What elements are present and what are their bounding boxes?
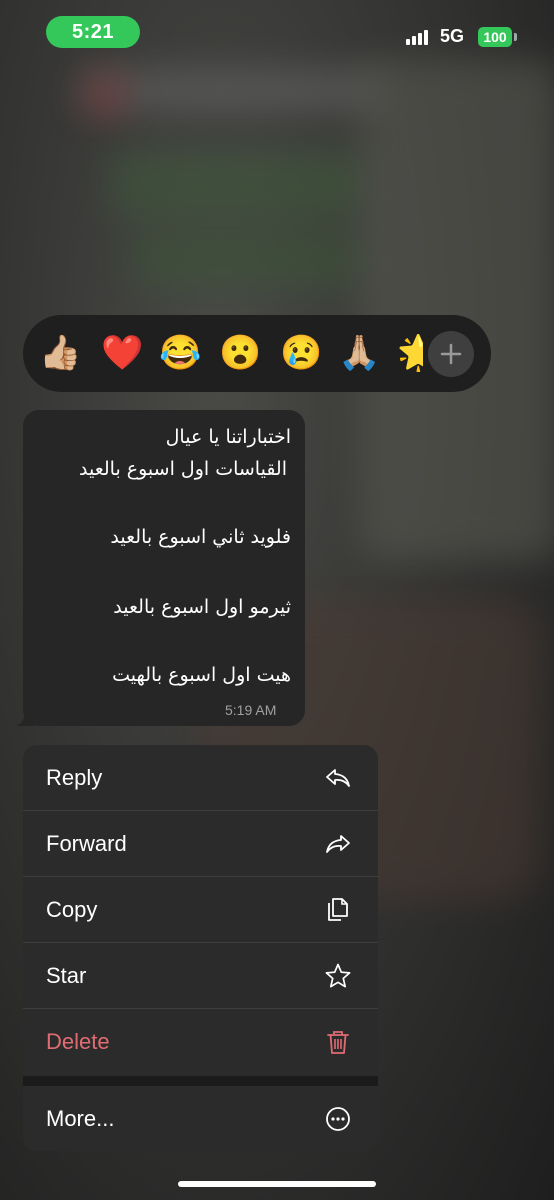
menu-item-more[interactable]: More... xyxy=(23,1086,378,1151)
reaction-surprised[interactable]: 😮 xyxy=(219,334,261,372)
menu-item-label: Forward xyxy=(46,831,127,856)
background-blur xyxy=(85,75,125,115)
message-line: هيت اول اسبوع بالهيت xyxy=(112,664,291,686)
message-line: القياسات اول اسبوع بالعيد xyxy=(79,458,287,480)
status-time[interactable]: 5:21 xyxy=(46,16,140,48)
reaction-laughing[interactable]: 😂 xyxy=(159,334,201,372)
message-timestamp: 5:19 AM xyxy=(225,702,277,718)
message-line: ثيرمو اول اسبوع بالعيد xyxy=(113,596,291,618)
menu-item-copy[interactable]: Copy xyxy=(23,877,378,943)
network-label: 5G xyxy=(440,26,465,46)
reaction-star[interactable]: 🌟 xyxy=(397,334,423,372)
background-blur xyxy=(130,230,370,290)
background-blur xyxy=(360,60,554,560)
battery-tip xyxy=(514,33,517,41)
menu-item-label: More... xyxy=(46,1106,115,1131)
menu-item-reply[interactable]: Reply xyxy=(23,745,378,811)
menu-item-delete[interactable]: Delete xyxy=(23,1009,378,1075)
background-blur xyxy=(80,70,380,110)
reaction-bar: 👍🏼 ❤️ 😂 😮 😢 🙏🏼 🌟 xyxy=(23,315,491,392)
copy-icon xyxy=(324,896,352,924)
menu-item-label: Copy xyxy=(46,897,98,922)
forward-icon xyxy=(324,830,352,858)
star-icon xyxy=(324,962,352,990)
home-indicator[interactable] xyxy=(178,1181,376,1187)
reply-icon xyxy=(324,764,352,792)
battery-icon: 100 xyxy=(478,27,512,47)
background-blur xyxy=(110,150,370,220)
message-context-menu: Reply Forward Copy Star Delete More... xyxy=(23,745,378,1151)
reaction-heart[interactable]: ❤️ xyxy=(101,334,143,372)
menu-item-star[interactable]: Star xyxy=(23,943,378,1009)
menu-section-gap xyxy=(23,1076,378,1086)
menu-item-forward[interactable]: Forward xyxy=(23,811,378,877)
trash-icon xyxy=(324,1028,352,1056)
reaction-crying[interactable]: 😢 xyxy=(280,334,322,372)
more-icon xyxy=(324,1105,352,1133)
message-bubble[interactable]: اختباراتنا يا عيال القياسات اول اسبوع با… xyxy=(23,410,305,726)
menu-item-label: Star xyxy=(46,963,87,988)
menu-item-label: Reply xyxy=(46,765,103,790)
status-bar: 5:21 5G 100 xyxy=(0,0,554,70)
plus-icon xyxy=(440,343,462,365)
menu-item-label: Delete xyxy=(46,1029,110,1054)
signal-icon xyxy=(406,30,428,45)
message-line: فلويد ثاني اسبوع بالعيد xyxy=(110,526,291,548)
message-line: اختباراتنا يا عيال xyxy=(165,426,291,448)
more-reactions-button[interactable] xyxy=(428,331,474,377)
reaction-pray[interactable]: 🙏🏼 xyxy=(338,334,380,372)
reaction-thumbs-up[interactable]: 👍🏼 xyxy=(39,334,81,372)
